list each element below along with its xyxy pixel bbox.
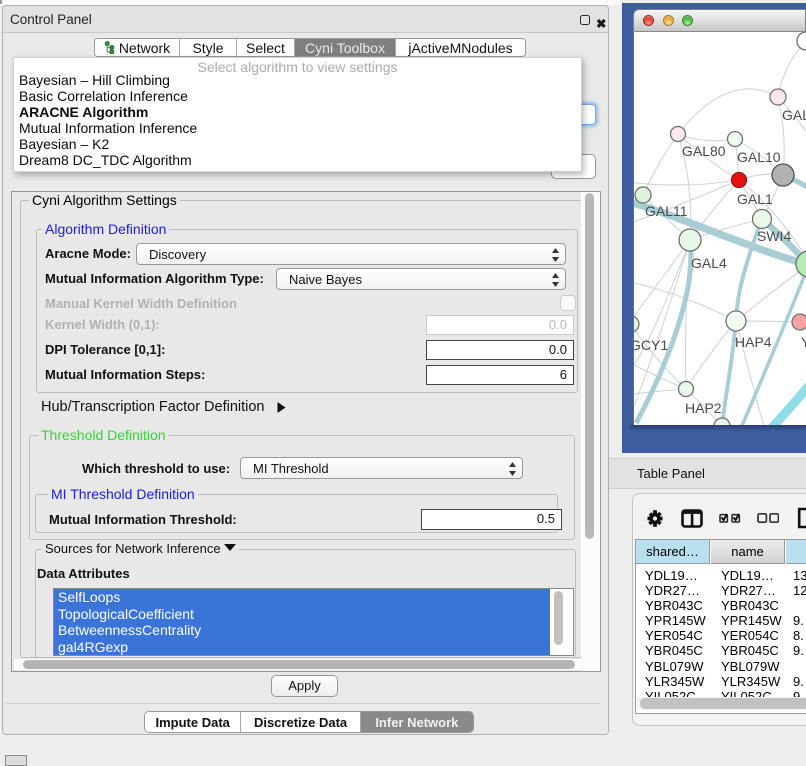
svg-text:GAL10: GAL10 [737, 149, 781, 165]
svg-text:GAL11: GAL11 [645, 203, 688, 219]
svg-text:GAL4: GAL4 [691, 255, 727, 271]
svg-text:GCY1: GCY1 [634, 337, 668, 353]
svg-text:Y: Y [801, 334, 806, 350]
svg-text:HAP4: HAP4 [735, 334, 772, 350]
svg-text:GAL: GAL [782, 107, 806, 123]
svg-text:GAL1: GAL1 [737, 191, 773, 207]
svg-text:HAP2: HAP2 [685, 400, 722, 416]
svg-text:GAL80: GAL80 [682, 143, 726, 159]
svg-text:SWI4: SWI4 [757, 228, 791, 244]
